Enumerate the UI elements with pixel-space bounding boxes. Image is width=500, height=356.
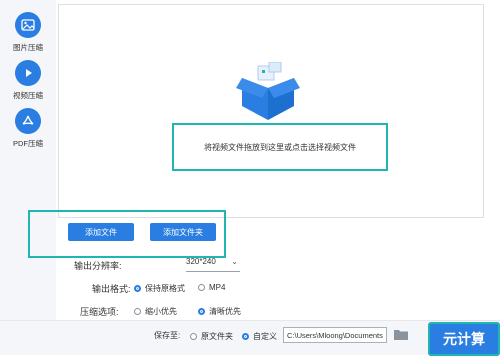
sidebar-item-label: PDF压缩 xyxy=(13,139,43,148)
format-option-label: MP4 xyxy=(209,283,226,292)
save-path-input[interactable]: C:\Users\Mloong\Documents xyxy=(283,327,387,343)
save-option-original[interactable]: 原文件夹 xyxy=(190,331,233,342)
add-folder-button[interactable]: 添加文件夹 xyxy=(150,223,216,241)
compress-label: 压缩选项: xyxy=(80,307,119,317)
resolution-label: 输出分辨率: xyxy=(74,261,122,271)
image-icon xyxy=(15,12,41,38)
sidebar-item-label: 视频压缩 xyxy=(13,91,43,100)
radio-unchecked xyxy=(190,333,197,340)
pdf-icon xyxy=(15,108,41,134)
radio-checked xyxy=(134,285,141,292)
resolution-select[interactable]: 320*240 ⌄ xyxy=(186,257,240,272)
start-compress-button[interactable]: 元计算 xyxy=(428,322,500,356)
format-option-keep[interactable]: 保持原格式 xyxy=(134,283,185,294)
add-file-button[interactable]: 添加文件 xyxy=(68,223,134,241)
sidebar: 图片压缩 视频压缩 PDF压缩 xyxy=(0,0,57,354)
format-label: 输出格式: xyxy=(92,284,131,294)
box-icon xyxy=(236,61,300,128)
save-option-custom[interactable]: 自定义 xyxy=(242,331,277,342)
drop-hint: 将视频文件拖放到这里或点击选择视频文件 xyxy=(172,123,388,171)
sidebar-item-video-compress[interactable]: 视频压缩 xyxy=(0,60,56,101)
folder-icon[interactable] xyxy=(394,329,408,340)
radio-unchecked xyxy=(134,308,141,315)
radio-unchecked xyxy=(198,284,205,291)
sidebar-item-image-compress[interactable]: 图片压缩 xyxy=(0,12,56,53)
compress-option-label: 缩小优先 xyxy=(145,307,177,316)
compress-option-smaller[interactable]: 缩小优先 xyxy=(134,306,177,317)
save-option-label: 原文件夹 xyxy=(201,332,233,341)
save-label: 保存至: xyxy=(154,331,181,340)
sidebar-item-label: 图片压缩 xyxy=(13,43,43,52)
compress-option-label: 清晰优先 xyxy=(209,307,241,316)
radio-checked xyxy=(198,308,205,315)
sidebar-item-pdf-compress[interactable]: PDF压缩 xyxy=(0,108,56,149)
resolution-value: 320*240 xyxy=(186,257,216,266)
radio-checked xyxy=(242,333,249,340)
format-option-mp4[interactable]: MP4 xyxy=(198,283,225,292)
drop-hint-text: 将视频文件拖放到这里或点击选择视频文件 xyxy=(204,142,356,152)
chevron-down-icon: ⌄ xyxy=(231,257,238,266)
compress-option-clear[interactable]: 清晰优先 xyxy=(198,306,241,317)
save-option-label: 自定义 xyxy=(253,332,277,341)
format-option-label: 保持原格式 xyxy=(145,284,185,293)
play-icon xyxy=(15,60,41,86)
